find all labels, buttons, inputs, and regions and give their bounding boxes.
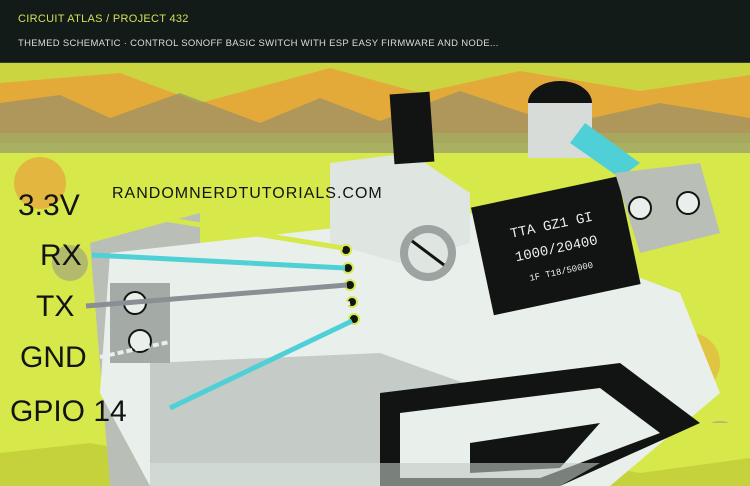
breadcrumb[interactable]: CIRCUIT ATLAS / PROJECT 432 (18, 13, 189, 25)
watermark-text: RANDOMNERDTUTORIALS.COM (112, 185, 383, 202)
page-subtitle: THEMED SCHEMATIC · CONTROL SONOFF BASIC … (18, 38, 499, 49)
trim-potentiometer (400, 225, 456, 281)
schematic-photo: TTA GZ1 GI 1000/20400 1F T18/50000 RANDO… (0, 63, 750, 486)
pin-label-tx: TX (36, 290, 74, 323)
pin-label-gpio14: GPIO 14 (10, 395, 127, 428)
photo-canvas: TTA GZ1 GI 1000/20400 1F T18/50000 RANDO… (0, 63, 750, 486)
header-bar: CIRCUIT ATLAS / PROJECT 432 THEMED SCHEM… (0, 0, 750, 63)
pin-label-gnd: GND (20, 341, 87, 374)
board-shadow (150, 463, 600, 486)
push-button (389, 91, 435, 165)
pin-label-rx: RX (40, 239, 82, 272)
pin-label-3v3: 3.3V (18, 189, 80, 222)
